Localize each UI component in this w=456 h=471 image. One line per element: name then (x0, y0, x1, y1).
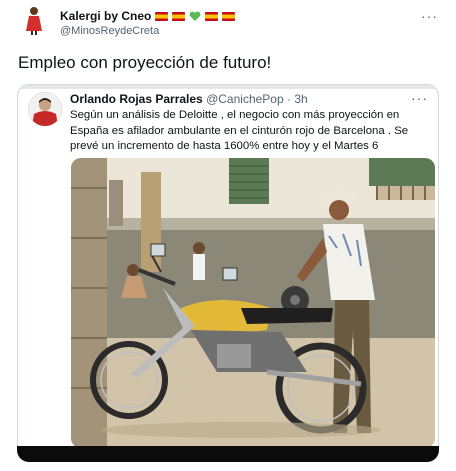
quoted-author-handle[interactable]: @CanichePop (206, 92, 284, 106)
tweet-text: Empleo con proyección de futuro! (18, 53, 272, 72)
quoted-photo[interactable] (71, 158, 435, 448)
quoted-avatar[interactable] (28, 92, 62, 126)
spain-flag-icon (205, 11, 219, 21)
green-heart-icon (189, 11, 201, 21)
media-footer-bar (17, 446, 439, 462)
more-horizontal-icon[interactable]: ··· (421, 8, 438, 24)
quote-top-divider (18, 85, 438, 89)
quoted-text: Según un análisis de Deloitte , el negoc… (70, 109, 409, 152)
author-handle[interactable]: @MinosReydeCreta (60, 25, 159, 37)
spain-flag-icon (172, 11, 186, 21)
spain-flag-icon (155, 11, 169, 21)
tweet[interactable]: Kalergi by Cneo @MinosReydeCreta ··· Emp… (0, 0, 456, 471)
quoted-tweet[interactable]: Orlando Rojas Parrales @CanichePop · 3h … (17, 84, 439, 462)
quoted-author-line: Orlando Rojas Parrales @CanichePop · 3h (70, 92, 308, 106)
avatar[interactable] (18, 4, 50, 36)
quoted-timestamp[interactable]: 3h (294, 92, 307, 106)
motorcycle-photo (71, 158, 435, 448)
author-line: Kalergi by Cneo (60, 9, 236, 23)
tweet-header: Kalergi by Cneo @MinosReydeCreta ··· (18, 4, 446, 44)
author-name[interactable]: Kalergi by Cneo (60, 9, 151, 23)
spain-flag-icon (222, 11, 236, 21)
quoted-author-name[interactable]: Orlando Rojas Parrales (70, 92, 203, 106)
quoted-more-icon[interactable]: ··· (411, 90, 428, 106)
